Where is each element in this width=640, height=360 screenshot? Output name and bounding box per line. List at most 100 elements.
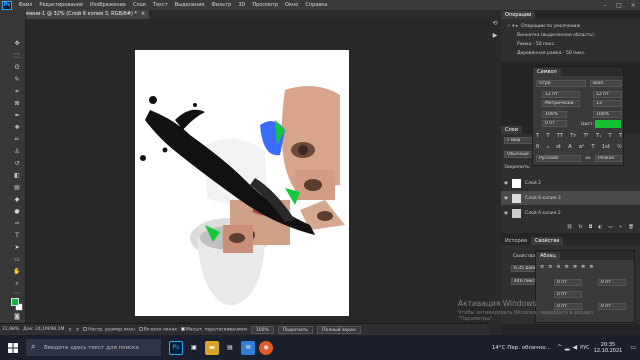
clock[interactable]: 20:35 12.10.2021	[594, 342, 623, 354]
horizontal-scale-field[interactable]: 100%	[593, 111, 622, 118]
font-style-select[interactable]: Bold	[590, 80, 622, 87]
marquee-tool-icon[interactable]: ⬚	[12, 52, 22, 60]
close-tab-icon[interactable]: ×	[141, 11, 145, 18]
zoom-in-icon[interactable]: ⌕	[68, 326, 71, 334]
file-explorer-icon[interactable]: ▬	[205, 340, 219, 355]
kerning-field[interactable]: Метрически	[542, 100, 580, 107]
browser-icon[interactable]: ◉	[259, 340, 273, 355]
text-color-swatch[interactable]	[595, 120, 621, 128]
fraction-icon[interactable]: T	[591, 144, 594, 152]
healing-brush-tool-icon[interactable]: ✚	[12, 124, 22, 132]
eye-icon[interactable]: ◉	[504, 211, 508, 216]
taskbar-search-input[interactable]: ⌕ Введите здесь текст для поиска	[26, 339, 161, 356]
tab-history[interactable]: История	[501, 237, 531, 245]
menu-type[interactable]: Текст	[149, 2, 171, 8]
crop-tool-icon[interactable]: ⌗	[12, 88, 22, 96]
faux-bold-icon[interactable]: T	[536, 133, 539, 141]
action-wood-frame[interactable]: Деревянная рамка - 50 пикс.	[501, 49, 640, 57]
tracking-field[interactable]: 13	[593, 100, 622, 107]
swash-icon[interactable]: ℴ	[547, 144, 549, 152]
folder-icon[interactable]: ▭	[608, 225, 612, 230]
superscript-icon[interactable]: T¹	[584, 133, 589, 141]
align-center-icon[interactable]: ≡	[548, 264, 552, 272]
brush-tool-icon[interactable]: ✏	[12, 136, 22, 144]
strikethrough-icon[interactable]: T	[619, 133, 622, 141]
eraser-tool-icon[interactable]: ◧	[12, 172, 22, 180]
close-icon[interactable]: ×	[626, 2, 640, 9]
faux-italic-icon[interactable]: T	[546, 133, 549, 141]
new-layer-icon[interactable]: +	[619, 225, 623, 230]
indent-right-field[interactable]: 0 пт	[598, 279, 626, 286]
anti-alias-select[interactable]: Резкое	[595, 155, 622, 162]
ordinal-icon[interactable]: A	[568, 144, 571, 152]
windows-start-icon[interactable]	[6, 341, 20, 355]
layer-filter-select[interactable]: ⌕ Вид	[504, 137, 534, 144]
menu-edit[interactable]: Редактирование	[36, 2, 87, 8]
menu-select[interactable]: Выделение	[171, 2, 208, 8]
menu-filter[interactable]: Фильтр	[208, 2, 235, 8]
menu-3d[interactable]: 3D	[235, 2, 249, 8]
trash-icon[interactable]: 🗑	[628, 225, 634, 230]
layer-row[interactable]: ◉ Слой 2	[501, 177, 640, 190]
fit-screen-button[interactable]: Подогнать	[277, 325, 314, 334]
align-right-icon[interactable]: ≡	[556, 264, 560, 272]
minimize-icon[interactable]: –	[598, 2, 612, 9]
option-all-windows[interactable]: Во всех окнах	[138, 326, 177, 332]
blur-tool-icon[interactable]: ◆	[12, 196, 22, 204]
baseline-shift-field[interactable]: 0 пт	[542, 120, 567, 127]
path-select-tool-icon[interactable]: ➤	[12, 244, 22, 252]
tab-layers[interactable]: Слои	[501, 125, 522, 134]
tray-expand-icon[interactable]: ^	[557, 344, 562, 351]
space-after-field[interactable]: 0 пт	[598, 303, 626, 310]
blend-mode-select[interactable]: Обычные	[504, 151, 534, 158]
indent-left-field[interactable]: 0 пт	[554, 279, 582, 286]
underline-icon[interactable]: T	[609, 133, 612, 141]
all-caps-icon[interactable]: TT	[557, 133, 563, 141]
layer-row[interactable]: ◉ Слой 6 копия 2	[501, 206, 640, 220]
stylistic-icon[interactable]: st	[556, 144, 561, 152]
history-panel-icon[interactable]: ⟲	[490, 20, 500, 28]
justify-right-icon[interactable]: ≣	[581, 264, 585, 272]
volume-icon[interactable]: ◀	[573, 344, 578, 351]
weather-widget[interactable]: 14°C Пер. облачно...	[492, 345, 551, 351]
tab-properties[interactable]: Свойства	[530, 236, 564, 245]
subscript-icon[interactable]: T₁	[596, 133, 601, 141]
tab-actions[interactable]: Операции	[501, 10, 536, 19]
rectangle-tool-icon[interactable]: ▭	[12, 256, 22, 264]
font-family-select[interactable]: Огре	[536, 80, 586, 87]
menu-file[interactable]: Файл	[15, 2, 36, 8]
tab-paragraph[interactable]: Абзац	[536, 251, 560, 260]
frame-tool-icon[interactable]: ⊠	[12, 100, 22, 108]
eye-icon[interactable]: ◉	[504, 196, 508, 201]
ordinals-icon[interactable]: 1st	[602, 144, 610, 152]
menu-image[interactable]: Изображение	[86, 2, 129, 8]
justify-all-icon[interactable]: ≣	[589, 264, 593, 272]
menu-view[interactable]: Просмотр	[249, 2, 282, 8]
option-resize-windows[interactable]: Настр. размер окон	[83, 326, 135, 332]
mail-icon[interactable]: ✉	[241, 340, 255, 355]
fractions-icon[interactable]: ½	[617, 144, 622, 152]
link-icon[interactable]: ⛓	[567, 225, 573, 230]
fx-icon[interactable]: fx	[578, 225, 582, 230]
quick-mask-icon[interactable]: ◙	[12, 313, 22, 321]
type-tool-icon[interactable]: T	[12, 232, 22, 240]
language-indicator[interactable]: РУС	[580, 345, 590, 351]
action-vignette[interactable]: Виньетка (выделенная область)	[501, 31, 640, 39]
photoshop-taskbar-icon[interactable]: Ps	[169, 340, 183, 355]
move-tool-icon[interactable]: ✥	[12, 40, 22, 48]
justify-left-icon[interactable]: ≣	[565, 264, 569, 272]
actions-panel-icon[interactable]: ▶	[490, 32, 500, 40]
lasso-tool-icon[interactable]: ʘ	[12, 64, 22, 72]
layer-row-selected[interactable]: ◉ Слой 6 копия 3	[501, 191, 640, 205]
maximize-icon[interactable]: □	[612, 2, 626, 9]
quick-select-tool-icon[interactable]: ✎	[12, 76, 22, 84]
eyedropper-tool-icon[interactable]: ✒	[12, 112, 22, 120]
titling-icon[interactable]: aᵃ	[579, 144, 584, 152]
justify-center-icon[interactable]: ≣	[573, 264, 577, 272]
eye-icon[interactable]: ◉	[504, 181, 508, 186]
zoom-100-button[interactable]: 100%	[250, 325, 274, 334]
task-view-icon[interactable]: ▣	[187, 341, 201, 355]
dodge-tool-icon[interactable]: ●	[12, 208, 22, 216]
pen-tool-icon[interactable]: ✑	[12, 220, 22, 228]
zoom-level[interactable]: 31,98%	[2, 327, 19, 332]
